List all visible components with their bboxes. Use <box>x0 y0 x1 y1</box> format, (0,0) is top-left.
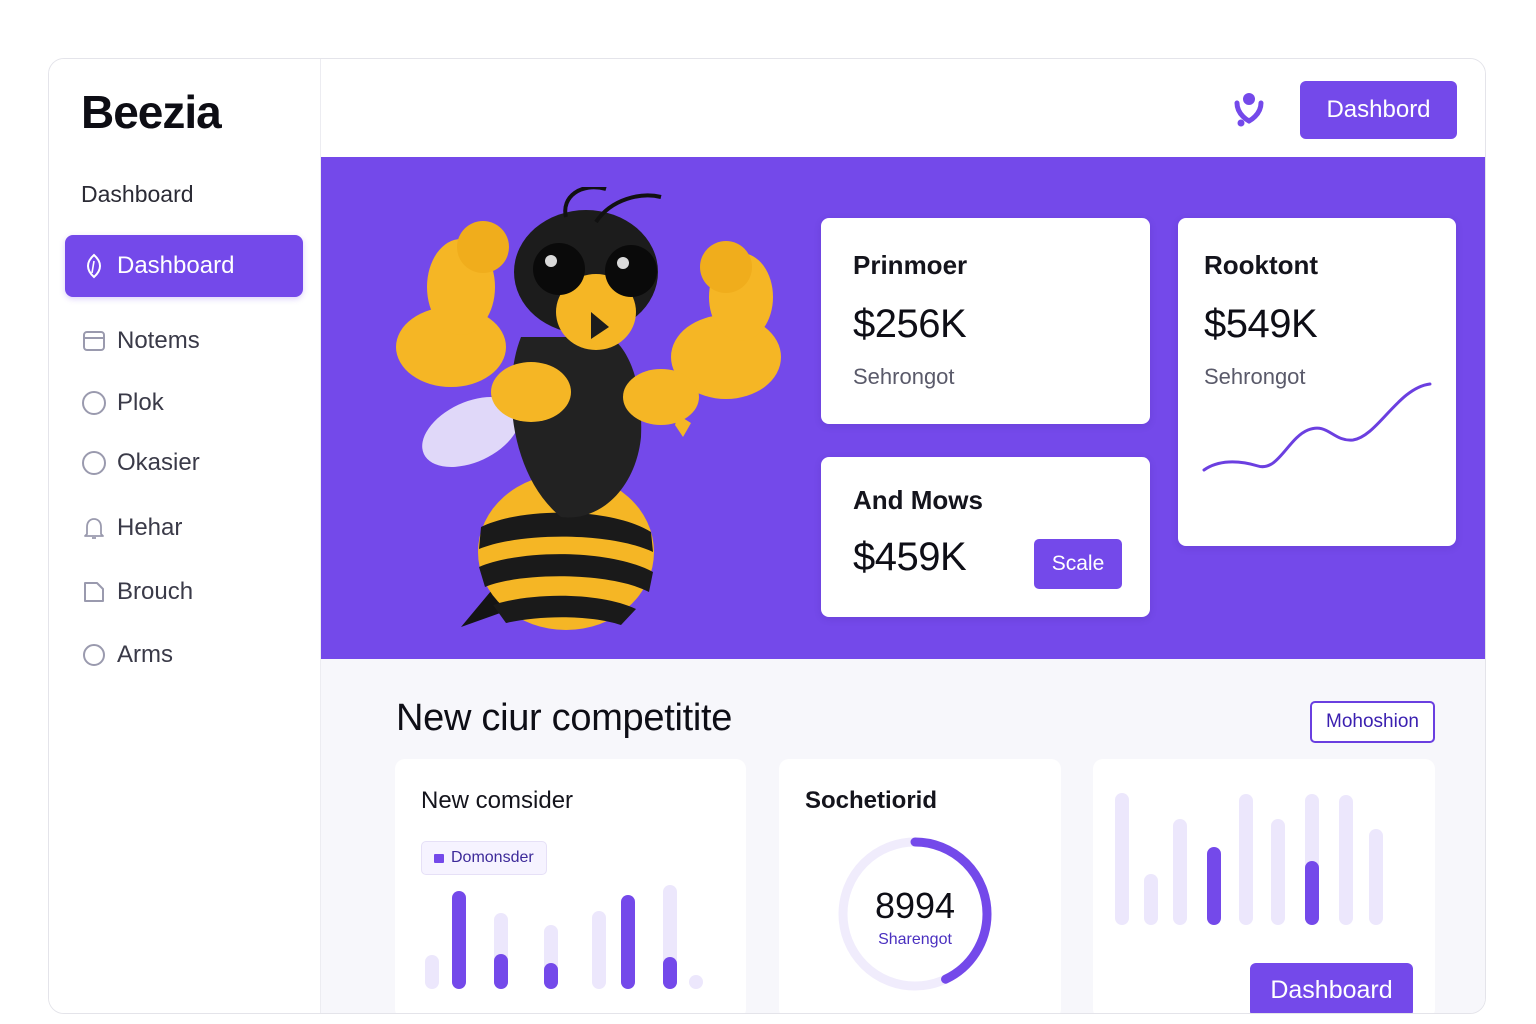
trend-sparkline <box>1202 382 1432 472</box>
sidebar-item-label: Okasier <box>117 449 200 476</box>
donut-value: 8994 <box>874 885 956 926</box>
secondary-metric-card: And Mows $459K Scale <box>821 457 1150 617</box>
new-comsider-panel: New comsider Domonsder <box>395 759 746 1013</box>
sidebar-item-notems[interactable]: Notems <box>65 310 303 372</box>
chip-label: Domonsder <box>451 849 534 866</box>
sidebar-item-label: Dashboard <box>117 252 235 279</box>
chart-bar <box>1339 795 1353 925</box>
panel-title: New comsider <box>421 787 574 814</box>
sidebar-item-label: Brouch <box>117 578 194 605</box>
chart-bar <box>1369 829 1383 925</box>
sidebar-item-brouch[interactable]: Brouch <box>65 561 303 623</box>
sidebar: Beezia Dashboard Dashboard Notems Plok O… <box>49 59 321 1013</box>
primary-metric-card: Prinmoer $256K Sehrongot <box>821 218 1150 424</box>
sidebar-item-label: Arms <box>117 641 173 668</box>
chart-bar <box>544 963 558 989</box>
sidebar-item-hehar[interactable]: Hehar <box>65 497 303 559</box>
circle-icon <box>81 450 107 476</box>
trend-metric-card: Rooktont $549K Sehrongot <box>1178 218 1456 546</box>
card-title: Prinmoer <box>853 250 968 280</box>
chart-bar <box>1207 847 1221 925</box>
section-title: New ciur competitite <box>396 697 733 739</box>
square-icon <box>434 853 444 863</box>
circle-icon <box>81 642 107 668</box>
chart-bar <box>425 955 439 989</box>
chart-bar <box>1173 819 1187 925</box>
circle-icon <box>81 390 107 416</box>
sochetiorid-panel: Sochetiorid 8994 Sharengot <box>779 759 1061 1013</box>
chart-bar <box>452 891 466 989</box>
leaf-icon <box>81 253 107 279</box>
sidebar-item-okasier[interactable]: Okasier <box>65 432 303 494</box>
chart-bar <box>1305 861 1319 925</box>
sidebar-item-dashboard[interactable]: Dashboard <box>65 235 303 297</box>
donut-subtitle: Sharengot <box>878 931 952 948</box>
card-subtitle: Sehrongot <box>853 364 955 389</box>
card-value: $549K <box>1204 302 1318 346</box>
sidebar-item-label: Hehar <box>117 514 183 541</box>
calendar-icon <box>81 328 107 354</box>
chart-bar <box>621 895 635 989</box>
bell-icon <box>81 515 107 541</box>
chart-bar <box>1239 794 1253 925</box>
dashboard-panel-button[interactable]: Dashboard <box>1250 963 1413 1013</box>
sidebar-item-label: Notems <box>117 327 200 354</box>
dashboard-button[interactable]: Dashbord <box>1300 81 1457 139</box>
chart-bar <box>592 911 606 989</box>
top-bar: Dashbord <box>321 59 1485 157</box>
chart-bar <box>494 954 508 989</box>
chart-bar <box>689 975 703 989</box>
card-value: $459K <box>853 535 967 579</box>
sidebar-item-arms[interactable]: Arms <box>65 624 303 686</box>
sidebar-item-plok[interactable]: Plok <box>65 372 303 434</box>
competitor-section: New ciur competitite Mohoshion New comsi… <box>321 659 1485 1013</box>
chart-bar <box>1144 874 1158 925</box>
sidebar-heading: Dashboard <box>81 181 194 207</box>
sidebar-item-label: Plok <box>117 389 164 416</box>
app-window: Beezia Dashboard Dashboard Notems Plok O… <box>48 58 1486 1014</box>
bee-mascot-image <box>396 187 781 630</box>
bars-panel: Dashboard <box>1093 759 1435 1013</box>
chart-bar <box>1115 793 1129 925</box>
panel-title: Sochetiorid <box>805 787 938 814</box>
card-title: And Mows <box>853 485 983 515</box>
card-title: Rooktont <box>1204 250 1319 280</box>
document-icon <box>81 579 107 605</box>
app-logo: Beezia <box>81 86 222 138</box>
location-person-icon[interactable] <box>1231 89 1267 129</box>
chart-bar <box>1271 819 1285 925</box>
mohoshion-button[interactable]: Mohoshion <box>1310 701 1435 743</box>
scale-button[interactable]: Scale <box>1034 539 1122 589</box>
domonsder-chip[interactable]: Domonsder <box>421 841 547 875</box>
hero-banner: Prinmoer $256K Sehrongot And Mows $459K … <box>321 157 1485 659</box>
chart-bar <box>663 957 677 989</box>
card-value: $256K <box>853 302 967 346</box>
